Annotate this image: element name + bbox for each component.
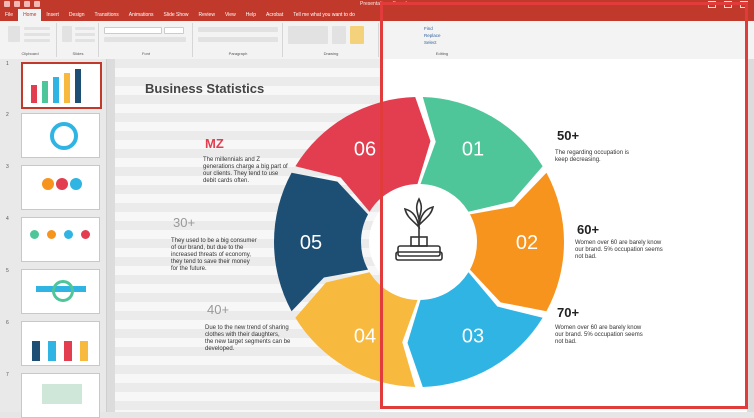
tab-design[interactable]: Design	[64, 9, 90, 21]
slides-label: Slides	[72, 51, 84, 56]
tab-slide-show[interactable]: Slide Show	[159, 9, 194, 21]
slide-thumbnail-3[interactable]	[21, 165, 100, 210]
format-painter-button[interactable]	[24, 39, 50, 42]
redo-icon[interactable]	[24, 1, 30, 7]
slide-thumbnail-7[interactable]	[21, 373, 100, 418]
slide-thumbnail-2[interactable]	[21, 113, 100, 158]
quick-styles-button[interactable]	[350, 26, 364, 44]
tab-acrobat[interactable]: Acrobat	[261, 9, 288, 21]
slide-number: 5	[6, 268, 9, 274]
slide-thumbnail-4[interactable]	[21, 217, 100, 262]
slides-group: Slides	[58, 23, 99, 57]
tab-review[interactable]: Review	[194, 9, 220, 21]
highlight-box	[380, 2, 748, 409]
align-buttons[interactable]	[198, 37, 278, 42]
paragraph-group: Paragraph	[194, 23, 283, 57]
slide-number: 4	[6, 216, 9, 222]
segment-label: 04	[354, 326, 376, 348]
paragraph-label: Paragraph	[228, 51, 248, 56]
tab-file[interactable]: File	[0, 9, 18, 21]
font-size-select[interactable]	[164, 27, 184, 34]
tab-view[interactable]: View	[220, 9, 241, 21]
tab-animations[interactable]: Animations	[124, 9, 159, 21]
drawing-label: Drawing	[323, 51, 339, 56]
tab-transitions[interactable]: Transitions	[90, 9, 124, 21]
arrange-button[interactable]	[332, 26, 346, 44]
shapes-gallery[interactable]	[288, 26, 328, 44]
tab-help[interactable]: Help	[241, 9, 261, 21]
paste-button[interactable]	[8, 26, 20, 42]
clipboard-label: Clipboard	[21, 51, 39, 56]
segment-label: 06	[354, 138, 376, 160]
quick-access-toolbar	[4, 1, 40, 7]
tell-me-search[interactable]: Tell me what you want to do	[288, 9, 360, 21]
reset-button[interactable]	[75, 33, 95, 36]
slide-thumbnail-5[interactable]	[21, 269, 100, 314]
font-name-select[interactable]	[104, 27, 162, 34]
present-icon[interactable]	[34, 1, 40, 7]
slide-thumbnail-1[interactable]	[21, 62, 102, 109]
copy-button[interactable]	[24, 33, 50, 36]
slide-thumbnail-panel[interactable]: 1 2 3 4 5 6 7	[0, 59, 107, 418]
undo-icon[interactable]	[14, 1, 20, 7]
section-button[interactable]	[75, 39, 95, 42]
clipboard-group: Clipboard	[4, 23, 57, 57]
font-label: Font	[141, 51, 150, 56]
new-slide-button[interactable]	[62, 26, 72, 42]
font-group: Font	[100, 23, 193, 57]
tab-insert[interactable]: Insert	[41, 9, 64, 21]
slide-number: 1	[6, 61, 9, 67]
slide-number: 3	[6, 164, 9, 170]
slide-number: 6	[6, 320, 9, 326]
list-buttons[interactable]	[198, 27, 278, 32]
slide-number: 7	[6, 372, 9, 378]
layout-button[interactable]	[75, 27, 95, 30]
font-format-buttons[interactable]	[104, 37, 186, 42]
segment-label: 05	[300, 232, 322, 254]
save-icon[interactable]	[4, 1, 10, 7]
drawing-group: Drawing	[284, 23, 379, 57]
slide-thumbnail-6[interactable]	[21, 321, 100, 366]
tab-home[interactable]: Home	[18, 9, 42, 21]
slide-number: 2	[6, 112, 9, 118]
cut-button[interactable]	[24, 27, 50, 30]
